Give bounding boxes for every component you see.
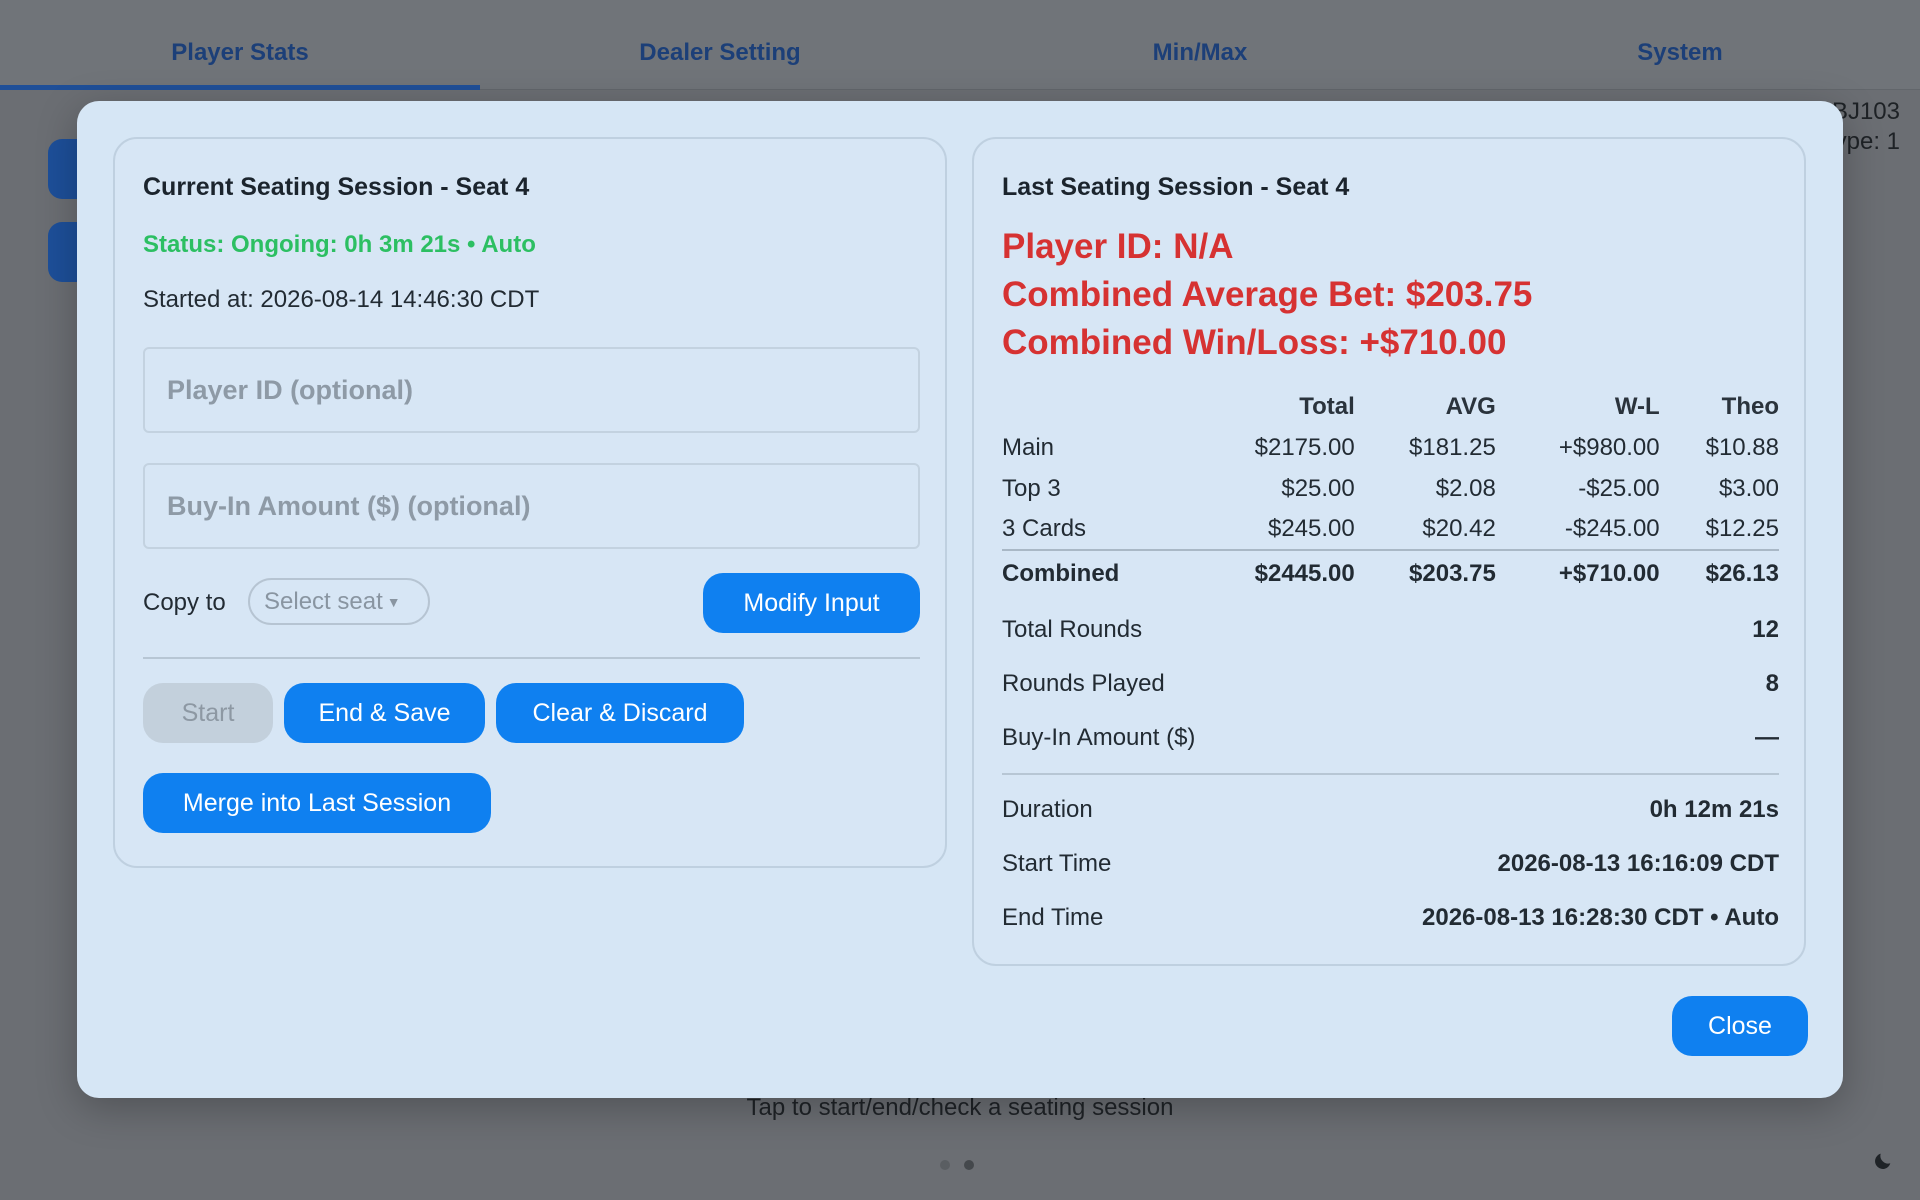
table-cell: $20.42 [1422, 515, 1496, 542]
combined-row: Combined $2445.00 $203.75 +$710.00 $26.1… [1002, 549, 1779, 596]
started-at-text: Started at: 2026-08-14 14:46:30 CDT [143, 286, 540, 313]
table-cell: -$245.00 [1564, 515, 1660, 542]
hint-text: Tap to start/end/check a seating session [746, 1094, 1174, 1121]
rounds-played-row: Rounds Played 8 [1002, 670, 1779, 698]
column-header: W-L [1614, 393, 1660, 420]
merge-last-session-button[interactable]: Merge into Last Session [143, 773, 491, 833]
last-session-panel: Last Seating Session - Seat 4 Player ID:… [972, 137, 1806, 966]
tab-system[interactable]: System [1440, 0, 1920, 90]
table-cell: $203.75 [1354, 549, 1496, 596]
panel-title: Current Seating Session - Seat 4 [143, 173, 530, 201]
table-row: Main $2175.00 $181.25 +$980.00 $10.88 [1002, 427, 1779, 468]
clear-discard-button[interactable]: Clear & Discard [496, 683, 744, 743]
column-header: AVG [1445, 393, 1496, 420]
column-header: Total [1299, 393, 1355, 420]
end-time-value: 2026-08-13 16:28:30 CDT • Auto [1422, 904, 1779, 931]
duration-label: Duration [1002, 796, 1093, 823]
end-time-row: End Time 2026-08-13 16:28:30 CDT • Auto [1002, 904, 1779, 932]
moon-icon[interactable] [1872, 1150, 1894, 1172]
table-cell: Combined [1002, 549, 1192, 596]
column-header: Theo [1721, 393, 1779, 420]
table-cell: +$710.00 [1495, 549, 1660, 596]
table-header-row: Total AVG W-L Theo [1002, 387, 1779, 427]
copy-to-label: Copy to [143, 589, 226, 616]
buyin-label: Buy-In Amount ($) [1002, 724, 1196, 751]
buyin-amount-input[interactable] [143, 463, 920, 549]
table-cell: Main [1002, 433, 1055, 461]
buyin-row: Buy-In Amount ($) — [1002, 724, 1779, 752]
seat-select[interactable]: Select seat ▼ [248, 578, 430, 625]
panel-title: Last Seating Session - Seat 4 [1002, 173, 1350, 201]
duration-value: 0h 12m 21s [1649, 796, 1779, 823]
total-rounds-label: Total Rounds [1002, 616, 1143, 643]
seat-select-value: Select seat [264, 588, 383, 615]
tab-dealer-setting[interactable]: Dealer Setting [480, 0, 960, 90]
table-row: 3 Cards $245.00 $20.42 -$245.00 $12.25 [1002, 509, 1779, 550]
total-rounds-row: Total Rounds 12 [1002, 616, 1779, 644]
buyin-value: — [1755, 724, 1779, 751]
total-rounds-value: 12 [1752, 616, 1779, 643]
bet-stats-table: Total AVG W-L Theo Main $2175.00 $181.25… [1002, 387, 1779, 596]
page-indicator [940, 1160, 974, 1170]
rounds-played-label: Rounds Played [1002, 670, 1165, 697]
modify-input-button[interactable]: Modify Input [703, 573, 920, 633]
table-cell: $181.25 [1409, 433, 1496, 461]
table-cell: Top 3 [1002, 474, 1061, 502]
table-cell: $2175.00 [1254, 433, 1355, 461]
divider [1002, 773, 1779, 775]
start-time-row: Start Time 2026-08-13 16:16:09 CDT [1002, 850, 1779, 878]
end-time-label: End Time [1002, 904, 1104, 931]
table-cell: $10.88 [1705, 433, 1779, 461]
table-cell: $2.08 [1435, 474, 1496, 502]
start-time-label: Start Time [1002, 850, 1112, 877]
combined-win-loss: Combined Win/Loss: +$710.00 [1002, 323, 1507, 362]
session-status: Status: Ongoing: 0h 3m 21s • Auto [143, 231, 536, 258]
table-cell: $3.00 [1718, 474, 1779, 502]
table-row: Top 3 $25.00 $2.08 -$25.00 $3.00 [1002, 468, 1779, 509]
column-header [1002, 387, 1192, 427]
top-tab-bar: Player Stats Dealer Setting Min/Max Syst… [0, 0, 1920, 90]
table-cell: $12.25 [1705, 515, 1779, 542]
start-button[interactable]: Start [143, 683, 273, 743]
duration-row: Duration 0h 12m 21s [1002, 796, 1779, 824]
end-save-button[interactable]: End & Save [284, 683, 485, 743]
table-cell: $2445.00 [1192, 549, 1355, 596]
current-session-panel: Current Seating Session - Seat 4 Status:… [113, 137, 947, 868]
start-time-value: 2026-08-13 16:16:09 CDT [1497, 850, 1780, 877]
player-id-summary: Player ID: N/A [1002, 227, 1234, 266]
combined-average-bet: Combined Average Bet: $203.75 [1002, 275, 1533, 314]
tab-min-max[interactable]: Min/Max [960, 0, 1440, 90]
close-button[interactable]: Close [1672, 996, 1808, 1056]
tab-player-stats[interactable]: Player Stats [0, 0, 480, 90]
chevron-down-icon: ▼ [386, 594, 401, 611]
player-id-input[interactable] [143, 347, 920, 433]
table-cell: $25.00 [1281, 474, 1355, 502]
table-cell: 3 Cards [1002, 515, 1087, 542]
seating-session-modal: Current Seating Session - Seat 4 Status:… [77, 101, 1843, 1098]
divider [143, 657, 920, 659]
table-cell: +$980.00 [1558, 433, 1660, 461]
table-cell: $245.00 [1267, 515, 1355, 542]
table-cell: -$25.00 [1578, 474, 1660, 502]
table-cell: $26.13 [1659, 549, 1779, 596]
rounds-played-value: 8 [1765, 670, 1779, 697]
